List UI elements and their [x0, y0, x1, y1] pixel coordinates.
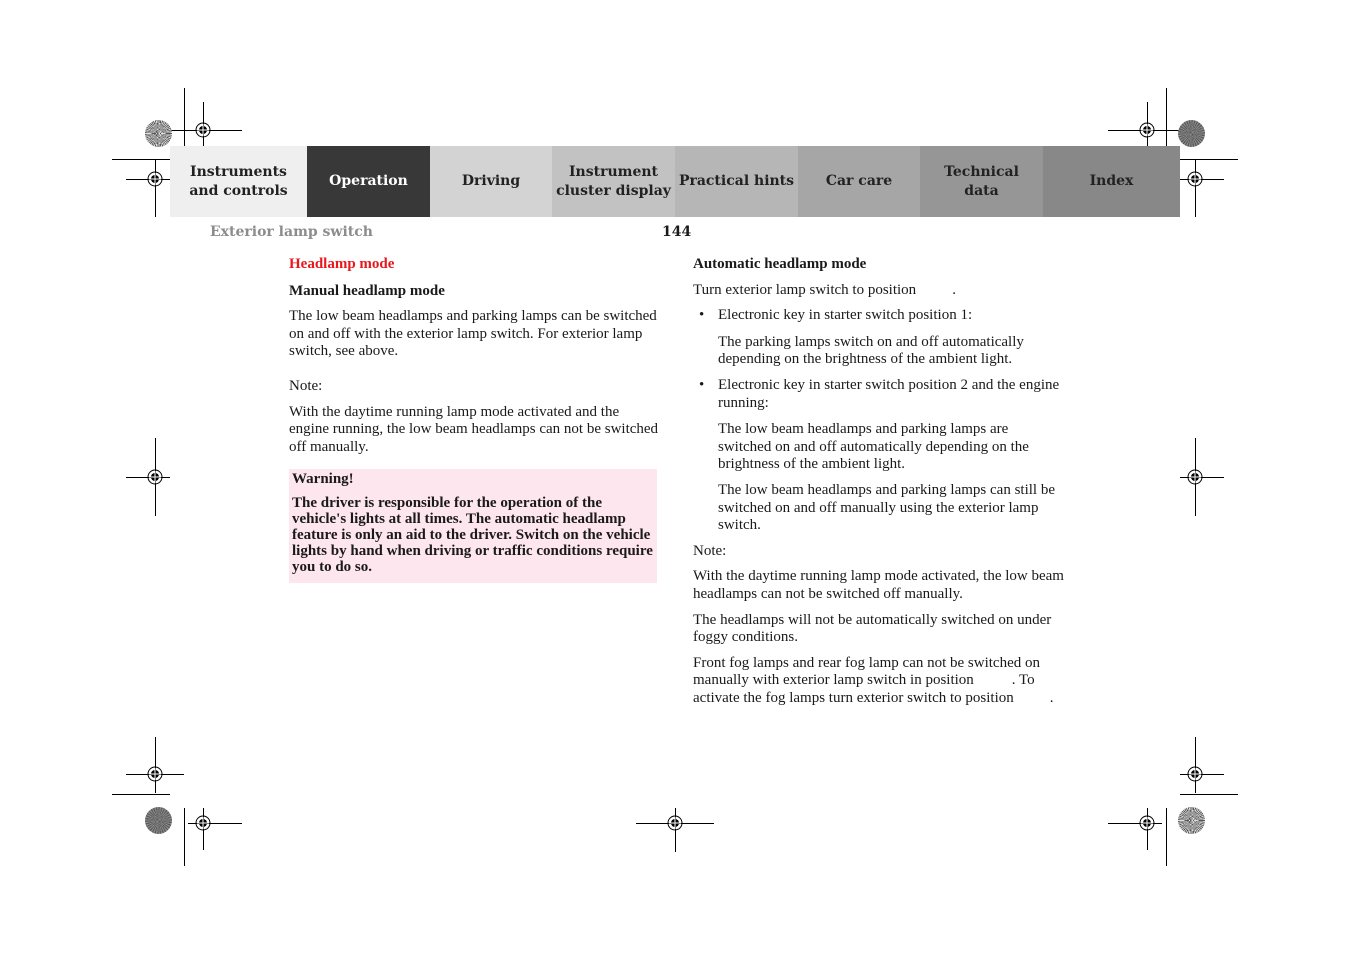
registration-target-icon: [147, 766, 163, 782]
crop-line: [1195, 160, 1196, 217]
tab-instruments-and-controls[interactable]: Instruments and controls: [170, 146, 307, 217]
tab-operation[interactable]: Operation: [307, 146, 430, 217]
registration-target-icon: [1139, 122, 1155, 138]
manual-mode-subheading: Manual headlamp mode: [289, 282, 445, 299]
intro-text: Turn exterior lamp switch to position: [693, 281, 917, 298]
crop-line: [112, 159, 170, 160]
color-rosette-icon: [1178, 807, 1205, 834]
crop-line: [112, 794, 170, 795]
registration-target-icon: [1139, 815, 1155, 831]
bullet-icon: •: [699, 376, 705, 393]
crop-line: [1180, 159, 1238, 160]
warning-text: The driver is responsible for the operat…: [292, 495, 653, 576]
color-rosette-icon: [1178, 120, 1205, 147]
registration-target-icon: [147, 469, 163, 485]
color-rosette-icon: [145, 807, 172, 834]
note-text: With the daytime running lamp mode activ…: [289, 403, 659, 455]
automatic-mode-intro: Turn exterior lamp switch to position.: [693, 282, 1065, 300]
crop-line: [184, 808, 185, 866]
crop-line: [155, 160, 156, 217]
warning-title: Warning!: [292, 471, 354, 488]
note-label: Note:: [693, 542, 727, 559]
automatic-mode-heading: Automatic headlamp mode: [693, 256, 867, 272]
registration-target-icon: [147, 171, 163, 187]
section-title: Exterior lamp switch: [210, 224, 373, 240]
bullet-detail: The low beam headlamps and parking lamps…: [718, 481, 1055, 534]
registration-target-icon: [1187, 766, 1203, 782]
registration-target-icon: [1187, 469, 1203, 485]
fog-text-b-end: .: [1049, 689, 1054, 706]
list-item: • Electronic key in starter switch positi…: [693, 377, 1065, 412]
fog-lamp-paragraph: Front fog lamps and rear fog lamp can no…: [693, 655, 1065, 708]
note-label: Note:: [289, 377, 323, 394]
left-column: Headlamp mode Manual headlamp mode The l…: [289, 256, 659, 584]
fog-text-a: Front fog lamps and rear fog lamp can no…: [693, 654, 1040, 689]
fog-note: The headlamps will not be automatically …: [693, 611, 1052, 646]
bullet-text: Electronic key in starter switch positio…: [718, 376, 1060, 411]
warning-box: Warning! The driver is responsible for t…: [289, 469, 657, 584]
tab-instrument-cluster-display[interactable]: Instrument cluster display: [552, 146, 675, 217]
note-text: With the daytime running lamp mode activ…: [693, 568, 1064, 602]
intro-end: .: [952, 281, 956, 298]
tab-car-care[interactable]: Car care: [798, 146, 920, 217]
crop-line: [1166, 808, 1167, 866]
bullet-text: Electronic key in starter switch positio…: [718, 307, 973, 324]
registration-target-icon: [195, 122, 211, 138]
page-number: 144: [662, 224, 692, 240]
tab-index[interactable]: Index: [1043, 146, 1180, 217]
tab-technical-data[interactable]: Technical data: [920, 146, 1043, 217]
tab-practical-hints[interactable]: Practical hints: [675, 146, 798, 217]
registration-target-icon: [195, 815, 211, 831]
bullet-detail: The low beam headlamps and parking lamps…: [718, 421, 1029, 473]
list-item: • Electronic key in starter switch positi…: [693, 307, 1065, 325]
right-column: Automatic headlamp mode Turn exterior la…: [693, 256, 1065, 715]
headlamp-mode-heading: Headlamp mode: [289, 256, 395, 272]
bullet-detail: The parking lamps switch on and off auto…: [718, 333, 1024, 368]
registration-target-icon: [1187, 171, 1203, 187]
crop-line: [1180, 794, 1238, 795]
manual-mode-text: The low beam headlamps and parking lamps…: [289, 308, 657, 360]
registration-target-icon: [667, 815, 683, 831]
tab-driving[interactable]: Driving: [430, 146, 552, 217]
chapter-tab-bar: Instruments and controls Operation Drivi…: [170, 146, 1180, 217]
color-rosette-icon: [145, 120, 172, 147]
fog-text-a-end: .: [1011, 672, 1016, 689]
bullet-icon: •: [699, 307, 705, 324]
